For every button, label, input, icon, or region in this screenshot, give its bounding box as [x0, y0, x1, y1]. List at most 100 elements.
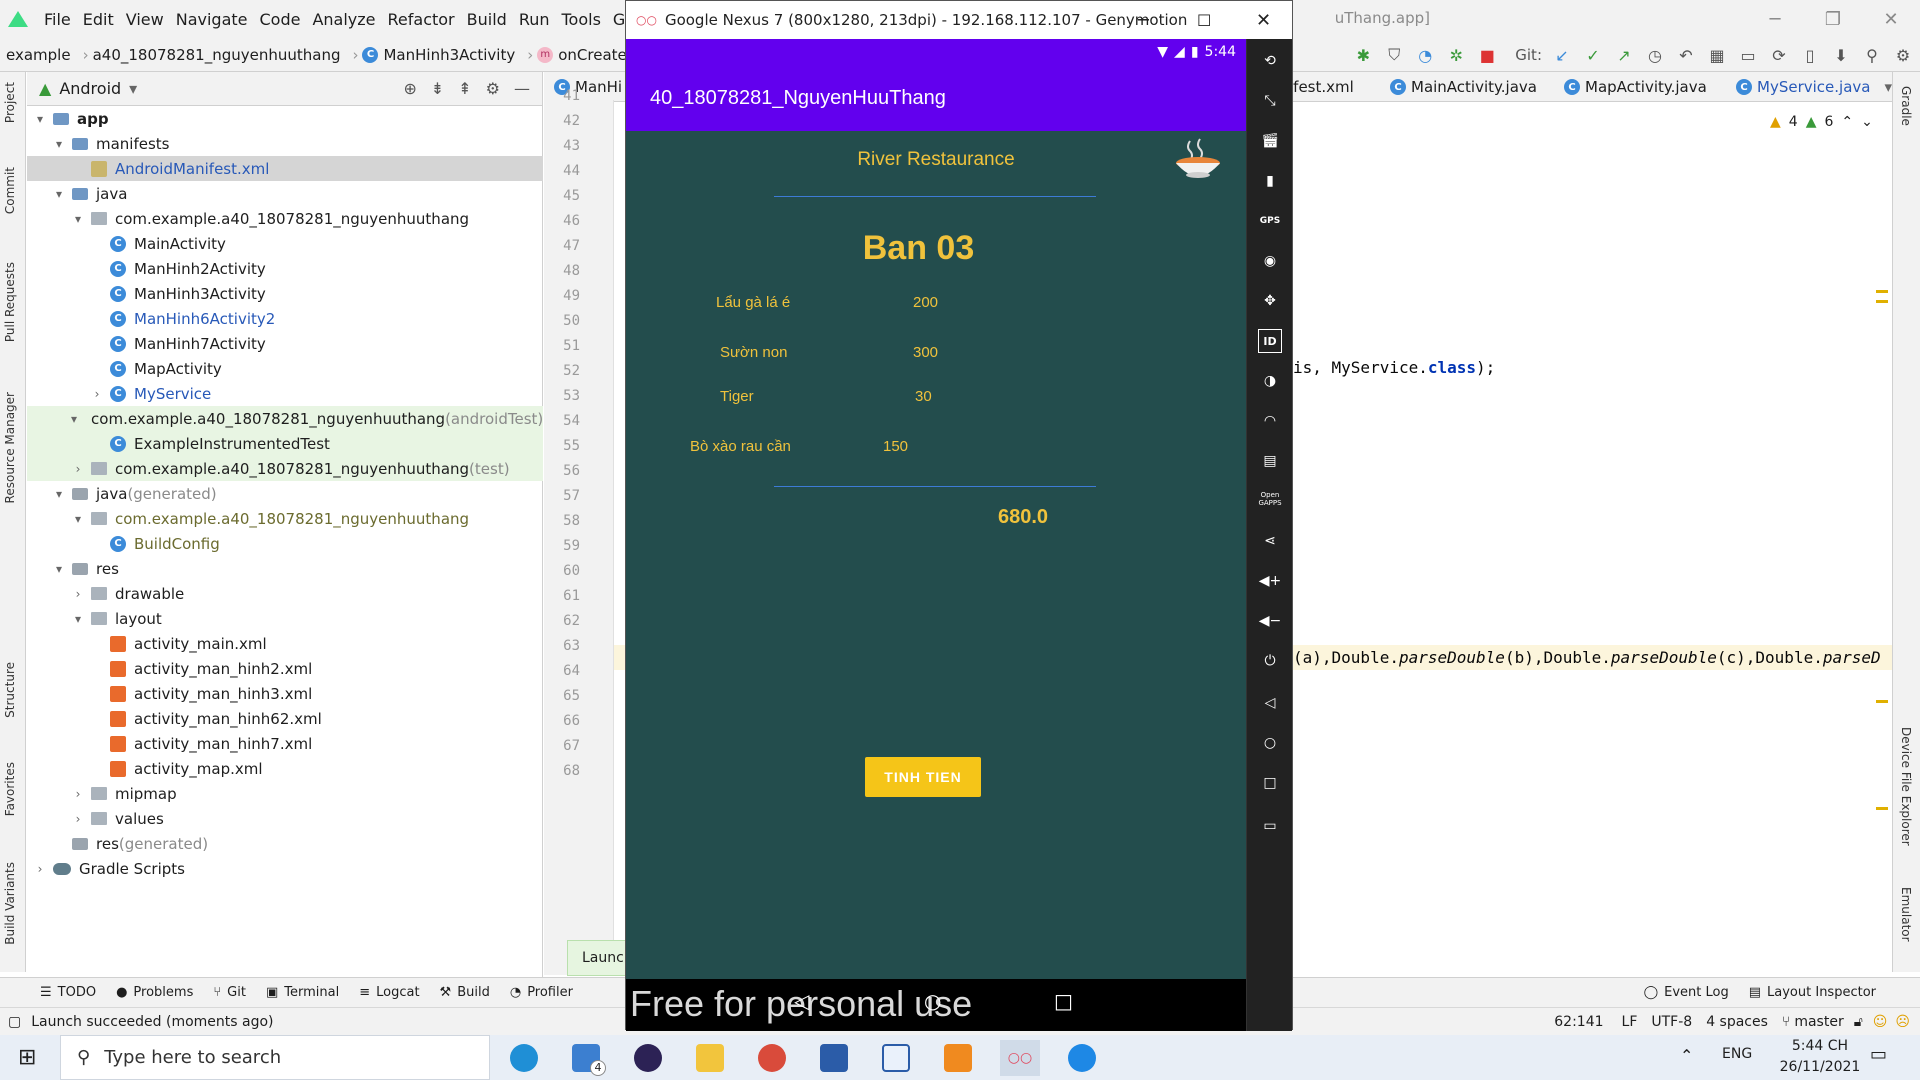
- tool-terminal[interactable]: ▣ Terminal: [266, 985, 339, 1000]
- ide-close-icon[interactable]: ✕: [1862, 0, 1920, 38]
- rotate-icon[interactable]: ⟲: [1258, 49, 1282, 73]
- chevron-right-icon[interactable]: ›: [71, 787, 85, 801]
- share-icon[interactable]: ⋖: [1258, 529, 1282, 553]
- tab-favorites[interactable]: Favorites: [3, 762, 17, 816]
- windows-start-icon[interactable]: ⊞: [18, 1045, 36, 1070]
- chevron-down-icon[interactable]: ▾: [71, 212, 85, 226]
- chevron-right-icon[interactable]: ›: [33, 862, 47, 876]
- breadcrumb-item[interactable]: a40_18078281_nguyenhuuthang: [93, 46, 341, 64]
- collapse-all-icon[interactable]: ⇞: [458, 79, 471, 98]
- tree-item[interactable]: › drawable: [27, 581, 543, 606]
- sad-face-icon[interactable]: ☹: [1895, 1014, 1910, 1030]
- tree-item[interactable]: ▾ com.example.a40_18078281_nguyenhuuthang: [27, 506, 543, 531]
- camera-icon[interactable]: ◉: [1258, 249, 1282, 273]
- mail-icon[interactable]: 4: [566, 1040, 606, 1076]
- sync-gradle-icon[interactable]: ⟳: [1768, 46, 1790, 65]
- menu-analyze[interactable]: Analyze: [306, 10, 381, 29]
- debug-icon[interactable]: ✱: [1352, 46, 1374, 65]
- tree-item[interactable]: activity_main.xml: [27, 631, 543, 656]
- device-id-icon[interactable]: ID: [1258, 329, 1282, 353]
- emu-close-icon[interactable]: ✕: [1256, 10, 1271, 31]
- tree-item[interactable]: C ManHinh2Activity: [27, 256, 543, 281]
- code-line-62[interactable]: (a),Double.parseDouble(b),Double.parseDo…: [1293, 648, 1892, 667]
- chevron-down-icon[interactable]: ▾: [129, 79, 137, 98]
- ide-minimize-icon[interactable]: ─: [1746, 0, 1804, 38]
- menu-file[interactable]: File: [38, 10, 77, 29]
- search-icon[interactable]: ⚲: [1861, 46, 1883, 65]
- tree-item[interactable]: C ManHinh7Activity: [27, 331, 543, 356]
- tool-logcat[interactable]: ≡ Logcat: [359, 985, 419, 1000]
- tree-item[interactable]: ▾ layout: [27, 606, 543, 631]
- tree-item[interactable]: › values: [27, 806, 543, 831]
- menu-navigate[interactable]: Navigate: [170, 10, 254, 29]
- tree-item[interactable]: › C MyService: [27, 381, 543, 406]
- emu-maximize-icon[interactable]: ☐: [1197, 11, 1211, 30]
- tree-item[interactable]: activity_man_hinh7.xml: [27, 731, 543, 756]
- tree-item[interactable]: ▾ com.example.a40_18078281_nguyenhuuthang…: [27, 406, 543, 431]
- tab-structure[interactable]: Structure: [3, 662, 17, 718]
- menu-tools[interactable]: Tools: [556, 10, 607, 29]
- chevron-right-icon[interactable]: ›: [71, 587, 85, 601]
- chevron-down-icon[interactable]: ▾: [52, 562, 66, 576]
- tabs-dropdown-icon[interactable]: ▾: [1884, 78, 1892, 96]
- tree-item[interactable]: ▾ java: [27, 181, 543, 206]
- file-explorer-icon[interactable]: [690, 1040, 730, 1076]
- scale-icon[interactable]: ⤡: [1258, 89, 1282, 113]
- taskbar-clock[interactable]: 5:44 CH 26/11/2021: [1770, 1036, 1870, 1078]
- volume-down-icon[interactable]: ◀−: [1258, 609, 1282, 633]
- capture-icon[interactable]: 🎬︎: [1258, 129, 1282, 153]
- chevron-down-icon[interactable]: ⌄: [1861, 114, 1873, 130]
- tree-item[interactable]: C MapActivity: [27, 356, 543, 381]
- zalo-icon[interactable]: [1062, 1040, 1102, 1076]
- word-doc-icon[interactable]: [876, 1040, 916, 1076]
- power-icon[interactable]: ⏻: [1258, 649, 1282, 673]
- happy-face-icon[interactable]: ☺: [1873, 1014, 1888, 1030]
- menu-icon[interactable]: ▭: [1258, 814, 1282, 838]
- settings-icon[interactable]: ⚙: [1892, 46, 1914, 65]
- tree-item[interactable]: ▾ res: [27, 556, 543, 581]
- code-line-51[interactable]: is, MyService.class);: [1293, 358, 1495, 377]
- chevron-down-icon[interactable]: ▾: [71, 512, 85, 526]
- stop-icon[interactable]: ■: [1476, 46, 1498, 65]
- tab-build-variants[interactable]: Build Variants: [3, 862, 17, 945]
- attach-debugger-icon[interactable]: ✲: [1445, 46, 1467, 65]
- tab-device-file-explorer[interactable]: Device File Explorer: [1899, 727, 1913, 846]
- chevron-up-icon[interactable]: ⌃: [1841, 114, 1853, 130]
- tree-item[interactable]: C MainActivity: [27, 231, 543, 256]
- open-gapps-icon[interactable]: Open GAPPS: [1255, 487, 1285, 511]
- locate-icon[interactable]: ⊕: [403, 79, 416, 98]
- menu-code[interactable]: Code: [254, 10, 307, 29]
- tree-item[interactable]: activity_map.xml: [27, 756, 543, 781]
- project-structure-icon[interactable]: ▦: [1706, 46, 1728, 65]
- chevron-down-icon[interactable]: ▾: [52, 187, 66, 201]
- tree-item[interactable]: activity_man_hinh2.xml: [27, 656, 543, 681]
- tree-item[interactable]: C ManHinh3Activity: [27, 281, 543, 306]
- caret-position[interactable]: 62:141: [1554, 1014, 1603, 1030]
- tray-chevron-up-icon[interactable]: ⌃: [1680, 1046, 1693, 1065]
- tree-item[interactable]: C ManHinh6Activity2: [27, 306, 543, 331]
- chevron-right-icon[interactable]: ›: [71, 462, 85, 476]
- input-language[interactable]: ENG: [1722, 1046, 1752, 1062]
- genymotion-taskbar-icon[interactable]: ○○: [1000, 1040, 1040, 1076]
- inspection-widget[interactable]: ▲ 4 ▲ 6 ⌃ ⌄: [1770, 114, 1873, 130]
- git-branch[interactable]: master: [1794, 1014, 1843, 1030]
- foxit-pdf-icon[interactable]: [938, 1040, 978, 1076]
- chevron-down-icon[interactable]: ▾: [33, 112, 47, 126]
- coverage-icon[interactable]: ⛉: [1383, 45, 1405, 65]
- device-manager-icon[interactable]: ▯: [1799, 46, 1821, 65]
- line-separator[interactable]: LF: [1622, 1014, 1638, 1030]
- chevron-down-icon[interactable]: ▾: [71, 612, 85, 626]
- ide-restore-icon[interactable]: ❐: [1804, 0, 1862, 38]
- tree-item[interactable]: ▾ com.example.a40_18078281_nguyenhuuthang: [27, 206, 543, 231]
- tree-item[interactable]: ▾ manifests: [27, 131, 543, 156]
- tab-project[interactable]: Project: [3, 82, 17, 123]
- indent-setting[interactable]: 4 spaces: [1706, 1014, 1768, 1030]
- tool-problems[interactable]: ● Problems: [116, 985, 193, 1000]
- launch-notification[interactable]: Launch: [567, 940, 633, 976]
- tree-item[interactable]: res (generated): [27, 831, 543, 856]
- tree-item[interactable]: C ExampleInstrumentedTest: [27, 431, 543, 456]
- tinh-tien-button[interactable]: TINH TIEN: [865, 757, 981, 797]
- lock-icon[interactable]: 🔓︎: [1854, 1014, 1863, 1030]
- tree-item[interactable]: › Gradle Scripts: [27, 856, 543, 881]
- menu-edit[interactable]: Edit: [77, 10, 120, 29]
